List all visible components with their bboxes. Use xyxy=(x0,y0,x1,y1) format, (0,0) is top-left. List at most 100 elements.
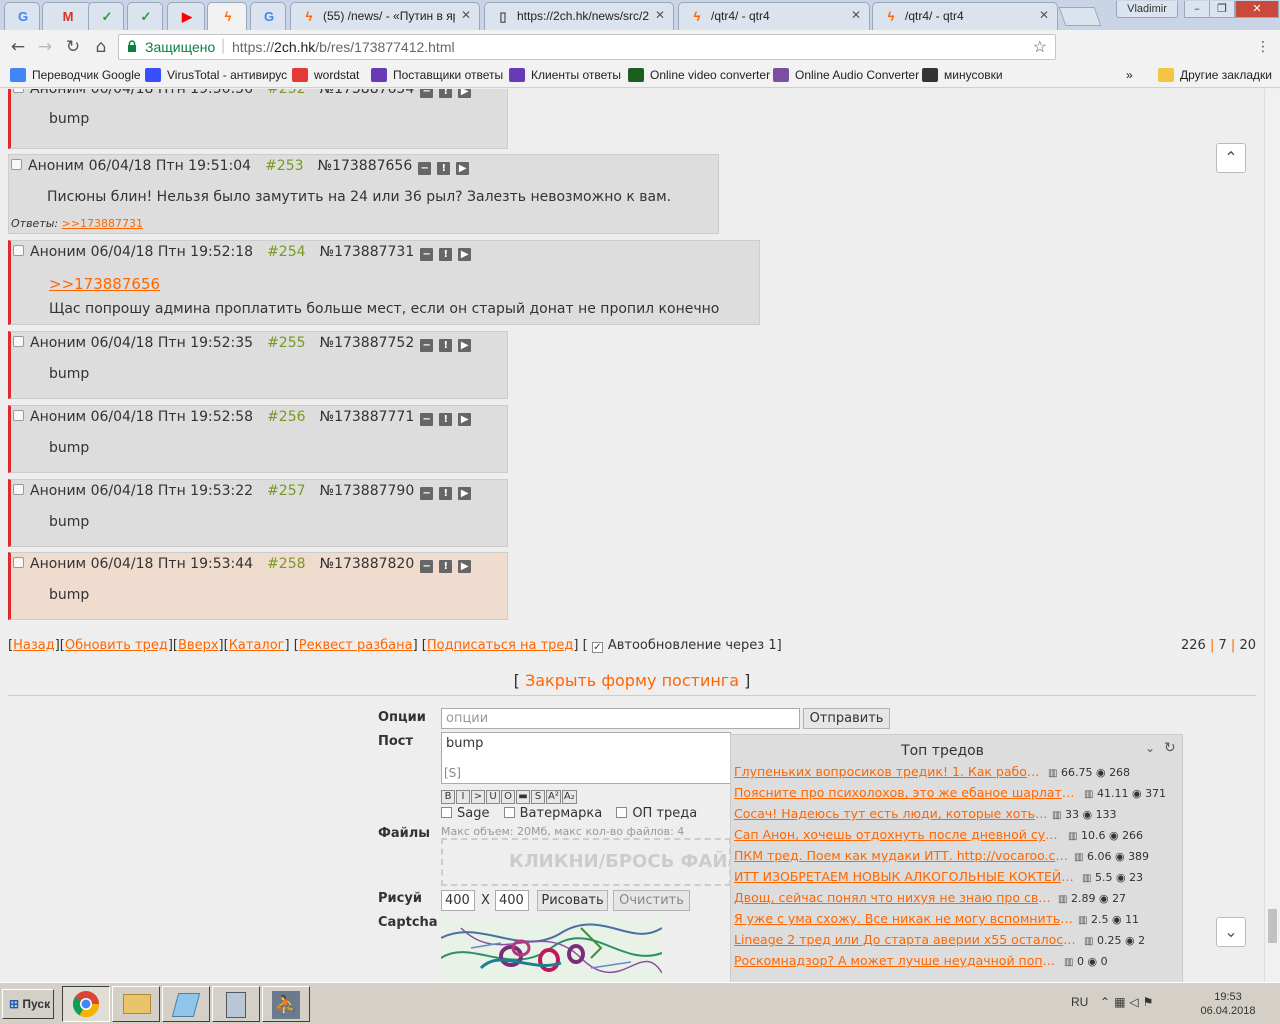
hide-post-icon[interactable]: − xyxy=(420,248,434,261)
refresh-thread-link[interactable]: Обновить тред xyxy=(65,638,168,653)
draw-height-input[interactable]: 400 xyxy=(495,890,529,911)
report-icon[interactable]: ! xyxy=(439,89,453,98)
browser-tab[interactable]: ϟ (55) /news/ - «Путин в ярос ✕ xyxy=(290,2,480,30)
post-id[interactable]: №173887790 xyxy=(320,483,415,499)
watermark-checkbox[interactable] xyxy=(503,807,515,818)
browser-tab[interactable]: ϟ/qtr4/ - qtr4 ✕ xyxy=(872,2,1058,30)
autoupdate-checkbox[interactable]: ✓ xyxy=(591,642,603,653)
post-select-checkbox[interactable] xyxy=(13,89,24,93)
report-icon[interactable]: ! xyxy=(439,560,453,573)
subscribe-link[interactable]: Подписаться на тред xyxy=(427,638,574,653)
url-text[interactable]: https://2ch.hk/b/res/173877412.html xyxy=(232,39,455,55)
close-window-button[interactable]: ✕ xyxy=(1235,1,1279,18)
back-link[interactable]: Назад xyxy=(13,638,55,653)
flag-icon[interactable]: ⚑ xyxy=(1143,995,1158,1009)
draw-width-input[interactable]: 400 xyxy=(441,890,475,911)
restore-button[interactable]: ❐ xyxy=(1209,1,1235,18)
post-number[interactable]: #258 xyxy=(267,556,305,572)
file-dropzone[interactable]: КЛИКНИ/БРОСЬ ФАЙЛ xyxy=(441,838,731,886)
notepad-taskbar-button[interactable] xyxy=(162,986,210,1022)
post-number[interactable]: #252 xyxy=(267,89,305,97)
address-bar[interactable]: Защищено | https://2ch.hk/b/res/17387741… xyxy=(118,34,1056,60)
op-checkbox[interactable] xyxy=(616,807,628,818)
post-id[interactable]: №173887656 xyxy=(318,158,413,174)
browser-tab[interactable]: G xyxy=(250,2,286,30)
replies-link[interactable]: >>173887731 xyxy=(62,217,143,230)
post-number[interactable]: #256 xyxy=(267,409,305,425)
tab-close-icon[interactable]: ✕ xyxy=(1039,8,1049,22)
top-thread-link[interactable]: Двощ, сейчас понял что нихуя не знаю про… xyxy=(734,890,1054,905)
post-number[interactable]: #253 xyxy=(265,158,303,174)
post-select-checkbox[interactable] xyxy=(11,159,22,170)
play-icon[interactable]: ▶ xyxy=(458,89,472,98)
home-icon[interactable]: ⌂ xyxy=(90,36,112,58)
scrollbar-thumb[interactable] xyxy=(1268,909,1277,943)
game-taskbar-button[interactable]: ⛹ xyxy=(262,986,310,1022)
reply-link[interactable]: >>173887656 xyxy=(49,275,160,293)
post-number[interactable]: #257 xyxy=(267,483,305,499)
browser-tab[interactable]: ✓ xyxy=(127,2,163,30)
page-scrollbar[interactable] xyxy=(1264,89,1280,982)
draw-button[interactable]: Рисовать xyxy=(537,890,608,911)
clear-button[interactable]: Очистить xyxy=(613,890,690,911)
bookmark-item[interactable]: VirusTotal - антивирус xyxy=(145,68,287,84)
forward-arrow-icon[interactable]: → xyxy=(34,36,56,58)
network-icon[interactable]: ▦ xyxy=(1114,995,1129,1009)
request-unban-link[interactable]: Реквест разбана xyxy=(299,638,413,653)
post-id[interactable]: №173887771 xyxy=(320,409,415,425)
top-thread-link[interactable]: Сосач! Надеюсь тут есть люди, которые хо… xyxy=(734,806,1048,821)
chrome-taskbar-button[interactable] xyxy=(62,986,110,1022)
new-tab-button[interactable] xyxy=(1058,7,1102,26)
report-icon[interactable]: ! xyxy=(439,248,453,261)
report-icon[interactable]: ! xyxy=(439,339,453,352)
post-id[interactable]: №173887820 xyxy=(320,556,415,572)
browser-tab[interactable]: G xyxy=(4,2,40,30)
collapse-icon[interactable]: ⌄ xyxy=(1145,741,1155,755)
bookmark-item[interactable]: wordstat xyxy=(292,68,359,84)
play-icon[interactable]: ▶ xyxy=(458,339,472,352)
browser-tab[interactable]: M xyxy=(42,2,92,30)
markup-button[interactable]: A² xyxy=(546,790,561,804)
markup-button[interactable]: O xyxy=(501,790,515,804)
markup-button[interactable]: ▬ xyxy=(516,790,530,804)
browser-tab[interactable]: ✓ xyxy=(88,2,124,30)
hide-post-icon[interactable]: − xyxy=(420,487,434,500)
play-icon[interactable]: ▶ xyxy=(458,487,472,500)
start-button[interactable]: ⊞ Пуск xyxy=(2,989,54,1019)
language-indicator[interactable]: RU xyxy=(1071,995,1088,1009)
bookmark-item[interactable]: Переводчик Google xyxy=(10,68,141,84)
other-bookmarks[interactable]: Другие закладки xyxy=(1158,68,1272,84)
post-textarea[interactable]: bump xyxy=(441,732,731,784)
markup-button[interactable]: A₂ xyxy=(561,790,577,804)
post-select-checkbox[interactable] xyxy=(13,484,24,495)
hide-post-icon[interactable]: − xyxy=(420,339,434,352)
browser-tab[interactable]: ϟ xyxy=(207,2,247,31)
bookmark-item[interactable]: минусовки xyxy=(922,68,1003,84)
post-id[interactable]: №173887752 xyxy=(320,335,415,351)
top-thread-link[interactable]: Lineage 2 тред или До старта аверии x55 … xyxy=(734,932,1080,947)
hide-post-icon[interactable]: − xyxy=(420,413,434,426)
markup-button[interactable]: U xyxy=(486,790,500,804)
post-select-checkbox[interactable] xyxy=(13,245,24,256)
up-link[interactable]: Вверх xyxy=(178,638,219,653)
post-number[interactable]: #255 xyxy=(267,335,305,351)
post-id[interactable]: №173887654 xyxy=(320,89,415,97)
browser-tab[interactable]: ▯ https://2ch.hk/news/src/26 ✕ xyxy=(484,2,674,30)
submit-button[interactable]: Отправить xyxy=(803,708,890,729)
bookmark-item[interactable]: Поставщики ответы xyxy=(371,68,503,84)
reload-icon[interactable]: ↻ xyxy=(62,36,84,58)
catalog-link[interactable]: Каталог xyxy=(229,638,285,653)
play-icon[interactable]: ▶ xyxy=(458,413,472,426)
calculator-taskbar-button[interactable] xyxy=(212,986,260,1022)
explorer-taskbar-button[interactable] xyxy=(112,986,160,1022)
report-icon[interactable]: ! xyxy=(439,413,453,426)
volume-icon[interactable]: ◁ xyxy=(1129,995,1142,1009)
bookmark-item[interactable]: Online Audio Converter xyxy=(773,68,919,84)
profile-button[interactable]: Vladimir xyxy=(1116,1,1178,18)
bookmark-star-icon[interactable]: ☆ xyxy=(1033,37,1047,57)
top-thread-link[interactable]: Сап Анон, хочешь отдохнуть после дневной… xyxy=(734,827,1064,842)
markup-button[interactable]: I xyxy=(456,790,470,804)
play-icon[interactable]: ▶ xyxy=(456,162,470,175)
scroll-up-button[interactable]: ⌃ xyxy=(1216,143,1246,173)
hide-post-icon[interactable]: − xyxy=(420,560,434,573)
